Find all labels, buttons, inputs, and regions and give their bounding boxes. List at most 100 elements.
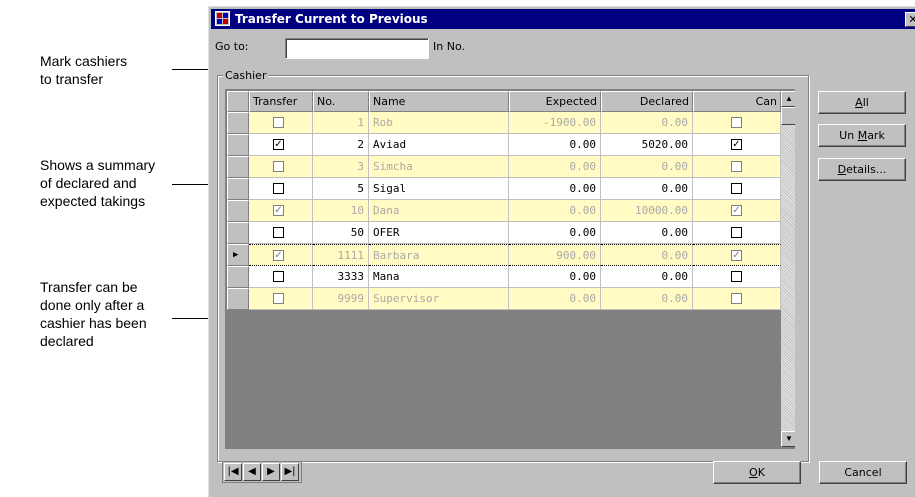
header-expected[interactable]: Expected bbox=[509, 91, 601, 112]
scroll-down-icon[interactable]: ▼ bbox=[781, 431, 795, 447]
can-checkbox[interactable] bbox=[731, 271, 742, 282]
nav-first-icon[interactable]: |◀ bbox=[224, 463, 242, 481]
window-title: Transfer Current to Previous bbox=[235, 12, 428, 26]
transfer-checkbox-cell bbox=[249, 178, 313, 200]
cell-no: 3 bbox=[313, 156, 369, 178]
app-icon bbox=[215, 11, 230, 26]
annotation-summary: Shows a summary of declared and expected… bbox=[40, 157, 156, 209]
cell-declared: 5020.00 bbox=[601, 134, 693, 156]
can-checkbox-cell: ✓ bbox=[693, 244, 781, 266]
row-indicator bbox=[227, 200, 249, 222]
row-indicator: ▶ bbox=[227, 244, 249, 266]
dialog-window: Transfer Current to Previous ✕ Go to: In… bbox=[208, 6, 915, 497]
transfer-checkbox[interactable]: ✓ bbox=[273, 205, 284, 216]
row-indicator bbox=[227, 288, 249, 310]
record-navigator: |◀ ◀ ▶ ▶| bbox=[222, 461, 302, 483]
current-row-arrow-icon: ▶ bbox=[233, 250, 239, 260]
cell-declared: 0.00 bbox=[601, 244, 693, 266]
transfer-checkbox-cell: ✓ bbox=[249, 244, 313, 266]
can-checkbox[interactable] bbox=[731, 227, 742, 238]
cell-name: Barbara bbox=[369, 244, 509, 266]
cell-no: 3333 bbox=[313, 266, 369, 288]
nav-prev-icon[interactable]: ◀ bbox=[243, 463, 261, 481]
table-row[interactable]: 3 Simcha 0.00 0.00 bbox=[227, 156, 781, 178]
can-checkbox-cell: ✓ bbox=[693, 200, 781, 222]
cell-no: 9999 bbox=[313, 288, 369, 310]
nav-next-icon[interactable]: ▶ bbox=[262, 463, 280, 481]
can-checkbox-cell bbox=[693, 112, 781, 134]
in-no-label: In No. bbox=[433, 40, 465, 53]
header-declared[interactable]: Declared bbox=[601, 91, 693, 112]
row-indicator bbox=[227, 112, 249, 134]
cell-name: Simcha bbox=[369, 156, 509, 178]
cell-no: 1 bbox=[313, 112, 369, 134]
transfer-checkbox-cell bbox=[249, 156, 313, 178]
transfer-checkbox[interactable] bbox=[273, 271, 284, 282]
row-indicator bbox=[227, 156, 249, 178]
annotation-mark-cashiers: Mark cashiers to transfer bbox=[40, 53, 128, 87]
vertical-scrollbar[interactable]: ▲ ▼ bbox=[781, 91, 795, 447]
can-checkbox[interactable]: ✓ bbox=[731, 205, 742, 216]
transfer-checkbox[interactable] bbox=[273, 161, 284, 172]
cell-no: 1111 bbox=[313, 244, 369, 266]
cell-name: Supervisor bbox=[369, 288, 509, 310]
cell-no: 5 bbox=[313, 178, 369, 200]
cell-expected: 0.00 bbox=[509, 134, 601, 156]
header-transfer[interactable]: Transfer bbox=[249, 91, 313, 112]
cell-declared: 0.00 bbox=[601, 222, 693, 244]
cell-declared: 10000.00 bbox=[601, 200, 693, 222]
transfer-checkbox[interactable] bbox=[273, 293, 284, 304]
can-checkbox-cell bbox=[693, 222, 781, 244]
can-checkbox[interactable] bbox=[731, 161, 742, 172]
can-checkbox[interactable] bbox=[731, 183, 742, 194]
cell-name: OFER bbox=[369, 222, 509, 244]
cell-expected: 0.00 bbox=[509, 222, 601, 244]
cell-declared: 0.00 bbox=[601, 112, 693, 134]
title-bar: Transfer Current to Previous ✕ bbox=[211, 9, 915, 29]
all-button[interactable]: All bbox=[818, 91, 906, 114]
row-indicator bbox=[227, 266, 249, 288]
cell-declared: 0.00 bbox=[601, 288, 693, 310]
table-row[interactable]: 3333 Mana 0.00 0.00 bbox=[227, 266, 781, 288]
cell-name: Rob bbox=[369, 112, 509, 134]
transfer-checkbox[interactable]: ✓ bbox=[273, 139, 284, 150]
table-row[interactable]: 1 Rob -1900.00 0.00 bbox=[227, 112, 781, 134]
transfer-checkbox[interactable] bbox=[273, 117, 284, 128]
table-row[interactable]: 9999 Supervisor 0.00 0.00 bbox=[227, 288, 781, 310]
ok-button[interactable]: OK bbox=[713, 461, 801, 484]
cell-expected: 0.00 bbox=[509, 266, 601, 288]
cashier-grid[interactable]: Transfer No. Name Expected Declared Can … bbox=[225, 89, 795, 449]
cell-declared: 0.00 bbox=[601, 156, 693, 178]
nav-last-icon[interactable]: ▶| bbox=[281, 463, 299, 481]
header-can[interactable]: Can bbox=[693, 91, 781, 112]
close-icon[interactable]: ✕ bbox=[905, 12, 915, 27]
table-row[interactable]: 50 OFER 0.00 0.00 bbox=[227, 222, 781, 244]
cell-expected: -1900.00 bbox=[509, 112, 601, 134]
table-row[interactable]: ✓ 2 Aviad 0.00 5020.00 ✓ bbox=[227, 134, 781, 156]
transfer-checkbox[interactable] bbox=[273, 227, 284, 238]
row-indicator bbox=[227, 222, 249, 244]
can-checkbox[interactable] bbox=[731, 293, 742, 304]
table-row[interactable]: ✓ 10 Dana 0.00 10000.00 ✓ bbox=[227, 200, 781, 222]
goto-input[interactable] bbox=[285, 38, 429, 59]
goto-label: Go to: bbox=[215, 40, 249, 53]
transfer-checkbox[interactable] bbox=[273, 183, 284, 194]
unmark-button[interactable]: Un Mark bbox=[818, 124, 906, 147]
details-button[interactable]: Details... bbox=[818, 158, 906, 181]
can-checkbox[interactable]: ✓ bbox=[731, 250, 742, 261]
scroll-up-icon[interactable]: ▲ bbox=[781, 91, 795, 107]
table-row[interactable]: 5 Sigal 0.00 0.00 bbox=[227, 178, 781, 200]
scroll-thumb[interactable] bbox=[781, 107, 795, 125]
cancel-button[interactable]: Cancel bbox=[819, 461, 907, 484]
table-row[interactable]: ▶ ✓ 1111 Barbara 900.00 0.00 ✓ bbox=[227, 244, 781, 266]
cashier-group-title: Cashier bbox=[223, 69, 269, 82]
annotation-transfer: Transfer can be done only after a cashie… bbox=[40, 279, 147, 349]
cell-declared: 0.00 bbox=[601, 266, 693, 288]
transfer-checkbox[interactable]: ✓ bbox=[273, 250, 284, 261]
header-name[interactable]: Name bbox=[369, 91, 509, 112]
can-checkbox[interactable] bbox=[731, 117, 742, 128]
header-no[interactable]: No. bbox=[313, 91, 369, 112]
cell-name: Mana bbox=[369, 266, 509, 288]
can-checkbox[interactable]: ✓ bbox=[731, 139, 742, 150]
cell-expected: 0.00 bbox=[509, 156, 601, 178]
